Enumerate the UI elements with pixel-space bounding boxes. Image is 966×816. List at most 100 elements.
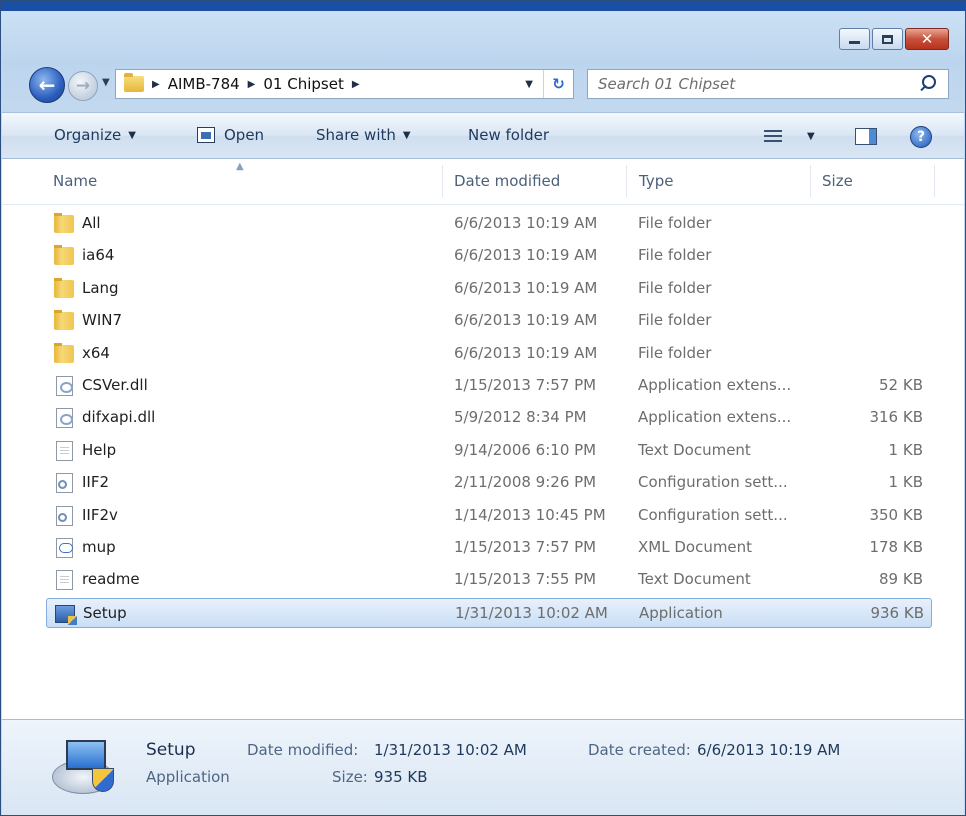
file-row[interactable]: IIF2 2/11/2008 9:26 PM Configuration sett.… bbox=[46, 468, 932, 498]
search-input[interactable] bbox=[598, 71, 916, 97]
command-bar: Organize ▼ Open Share with ▼ New folder ▼ … bbox=[2, 112, 964, 159]
recent-pages-dropdown[interactable]: ▼ bbox=[102, 77, 110, 88]
help-icon[interactable]: ? bbox=[910, 126, 932, 148]
xml-icon bbox=[56, 538, 73, 558]
details-size-label: Size: bbox=[332, 768, 368, 786]
maximize-icon bbox=[882, 34, 893, 44]
file-row[interactable]: All 6/6/2013 10:19 AM File folder bbox=[46, 209, 932, 239]
column-header-type[interactable]: Type bbox=[639, 172, 673, 190]
open-icon bbox=[197, 127, 215, 143]
file-type: XML Document bbox=[638, 538, 753, 556]
open-button[interactable]: Open bbox=[197, 126, 264, 144]
file-date-modified: 9/14/2006 6:10 PM bbox=[454, 440, 597, 459]
column-divider[interactable] bbox=[442, 165, 443, 197]
file-date-modified: 6/6/2013 10:19 AM bbox=[454, 343, 598, 362]
file-row[interactable]: mup 1/15/2013 7:57 PM XML Document 178 KB bbox=[46, 533, 932, 563]
file-row[interactable]: difxapi.dll 5/9/2012 8:34 PM Application e… bbox=[46, 403, 932, 433]
details-date-created-label: Date created: bbox=[588, 741, 691, 759]
column-header-date-modified[interactable]: Date modified bbox=[454, 172, 560, 190]
file-name: All bbox=[82, 214, 101, 232]
file-type: Application bbox=[639, 603, 723, 622]
file-row[interactable]: CSVer.dll 1/15/2013 7:57 PM Application ex… bbox=[46, 371, 932, 401]
column-header-size[interactable]: Size bbox=[822, 172, 853, 190]
file-list-pane: ▲ Name Date modified Type Size All 6/6/20… bbox=[2, 159, 964, 719]
folder-icon bbox=[54, 277, 74, 298]
folder-icon bbox=[54, 245, 74, 266]
config-icon bbox=[56, 473, 73, 494]
preview-pane-icon[interactable] bbox=[855, 128, 877, 145]
file-row[interactable]: readme 1/15/2013 7:55 PM Text Document 89 K… bbox=[46, 565, 932, 595]
file-name: x64 bbox=[82, 343, 110, 362]
file-type: Configuration sett... bbox=[638, 473, 788, 492]
folder-icon bbox=[54, 342, 74, 363]
setup-application-icon bbox=[52, 740, 118, 798]
file-type: File folder bbox=[638, 343, 712, 362]
file-name: IIF2v bbox=[82, 505, 118, 524]
file-date-modified: 1/15/2013 7:57 PM bbox=[454, 538, 597, 556]
file-type: Text Document bbox=[638, 570, 751, 589]
column-divider[interactable] bbox=[810, 165, 811, 197]
text-icon bbox=[56, 440, 73, 461]
details-size-value: 935 KB bbox=[374, 768, 428, 786]
new-folder-button[interactable]: New folder bbox=[468, 126, 549, 144]
file-row[interactable]: Lang 6/6/2013 10:19 AM File folder bbox=[46, 274, 932, 304]
back-button[interactable]: ← bbox=[29, 67, 65, 103]
address-history-dropdown[interactable]: ▼ bbox=[525, 79, 533, 90]
breadcrumb-chevron-icon[interactable]: ▶ bbox=[248, 79, 256, 90]
file-size: 52 KB bbox=[879, 376, 923, 394]
file-type: File folder bbox=[638, 246, 712, 265]
search-icon[interactable] bbox=[916, 72, 940, 96]
app-icon bbox=[55, 604, 77, 625]
file-type: Text Document bbox=[638, 440, 751, 459]
config-icon bbox=[56, 505, 73, 526]
file-date-modified: 1/14/2013 10:45 PM bbox=[454, 505, 606, 524]
sort-ascending-icon: ▲ bbox=[236, 161, 244, 172]
file-date-modified: 2/11/2008 9:26 PM bbox=[454, 473, 597, 492]
column-divider[interactable] bbox=[626, 165, 627, 197]
file-size: 936 KB bbox=[870, 603, 924, 622]
dll-icon bbox=[56, 376, 73, 396]
file-date-modified: 6/6/2013 10:19 AM bbox=[454, 311, 598, 330]
caption-buttons: ✕ bbox=[837, 28, 949, 50]
file-row[interactable]: IIF2v 1/14/2013 10:45 PM Configuration set… bbox=[46, 501, 932, 531]
file-row[interactable]: WIN7 6/6/2013 10:19 AM File folder bbox=[46, 306, 932, 336]
views-dropdown[interactable]: ▼ bbox=[807, 131, 815, 142]
file-date-modified: 6/6/2013 10:19 AM bbox=[454, 214, 598, 232]
breadcrumb-chevron-icon[interactable]: ▶ bbox=[152, 79, 160, 90]
file-row[interactable]: ia64 6/6/2013 10:19 AM File folder bbox=[46, 241, 932, 271]
details-file-name: Setup bbox=[146, 740, 196, 760]
column-header-name[interactable]: Name bbox=[53, 172, 97, 190]
close-button[interactable]: ✕ bbox=[905, 28, 949, 50]
file-size: 350 KB bbox=[869, 505, 923, 524]
breadcrumb-01-chipset[interactable]: 01 Chipset bbox=[263, 75, 343, 93]
minimize-button[interactable] bbox=[839, 28, 870, 50]
file-date-modified: 1/15/2013 7:57 PM bbox=[454, 376, 597, 394]
file-row[interactable]: x64 6/6/2013 10:19 AM File folder bbox=[46, 339, 932, 369]
maximize-button[interactable] bbox=[872, 28, 903, 50]
views-icon[interactable] bbox=[764, 130, 782, 144]
folder-icon bbox=[54, 213, 74, 233]
address-bar[interactable]: ▶ AIMB-784 ▶ 01 Chipset ▶ ▼ ↻ bbox=[115, 69, 574, 99]
forward-button[interactable]: → bbox=[68, 71, 98, 101]
file-date-modified: 1/15/2013 7:55 PM bbox=[454, 570, 597, 589]
file-date-modified: 6/6/2013 10:19 AM bbox=[454, 278, 598, 297]
breadcrumb-aimb-784[interactable]: AIMB-784 bbox=[168, 75, 240, 93]
organize-label: Organize bbox=[54, 126, 122, 144]
file-name: difxapi.dll bbox=[82, 408, 156, 427]
file-date-modified: 5/9/2012 8:34 PM bbox=[454, 408, 587, 427]
details-date-modified-value: 1/31/2013 10:02 AM bbox=[374, 741, 527, 759]
breadcrumb-chevron-icon[interactable]: ▶ bbox=[352, 79, 360, 90]
file-size: 178 KB bbox=[869, 538, 923, 556]
file-name: IIF2 bbox=[82, 473, 110, 492]
file-row[interactable]: Setup 1/31/2013 10:02 AM Application 936 KB bbox=[46, 597, 932, 628]
share-with-label: Share with bbox=[316, 126, 396, 144]
file-name: mup bbox=[82, 538, 116, 556]
file-row[interactable]: Help 9/14/2006 6:10 PM Text Document 1 KB bbox=[46, 436, 932, 466]
file-type: Application extens... bbox=[638, 376, 792, 394]
file-name: readme bbox=[82, 570, 140, 589]
organize-menu[interactable]: Organize ▼ bbox=[54, 126, 136, 144]
share-with-menu[interactable]: Share with ▼ bbox=[316, 126, 411, 144]
column-divider[interactable] bbox=[934, 165, 935, 197]
file-name: ia64 bbox=[82, 246, 115, 265]
refresh-button[interactable]: ↻ bbox=[543, 70, 573, 98]
